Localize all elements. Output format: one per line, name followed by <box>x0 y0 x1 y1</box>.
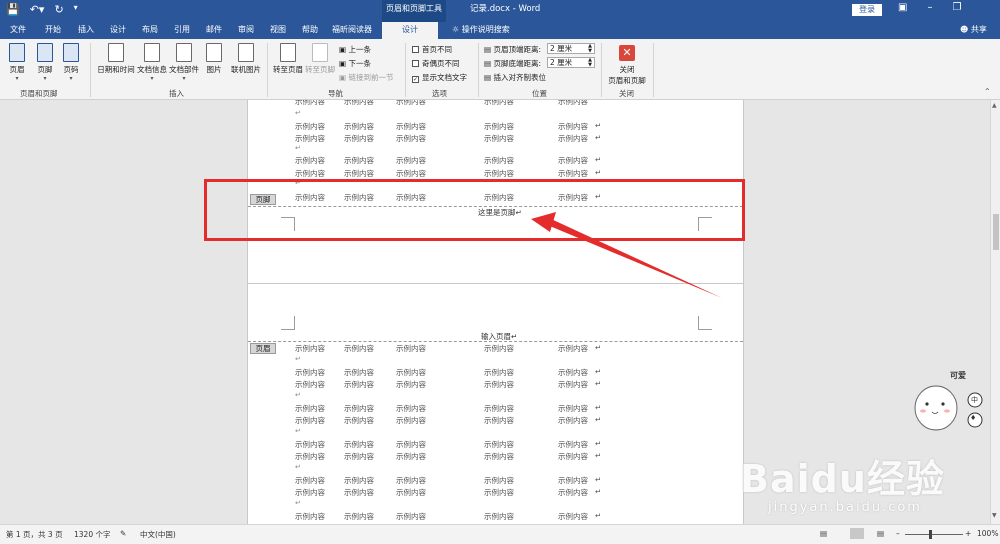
page-indicator[interactable]: 第 1 页，共 3 页 <box>6 529 63 540</box>
mascot-label: 可爱 <box>950 371 966 380</box>
scroll-up-icon[interactable]: ▲ <box>992 102 997 109</box>
word-count[interactable]: 1320 个字 <box>74 529 110 540</box>
print-layout-icon[interactable] <box>850 528 864 539</box>
proofing-icon[interactable]: ✎ <box>120 529 126 538</box>
zoom-slider-thumb[interactable] <box>929 530 932 539</box>
read-mode-icon[interactable]: ▤ <box>820 529 827 538</box>
scrollbar-thumb[interactable] <box>993 214 999 250</box>
watermark-logo: Baidu经验 <box>740 457 945 501</box>
zoom-level[interactable]: 100% <box>977 529 998 538</box>
status-bar: 第 1 页，共 3 页 1320 个字 ✎ 中文(中国) ▤ ▤ – + 100… <box>0 524 1000 544</box>
web-layout-icon[interactable]: ▤ <box>877 529 884 538</box>
watermark: Baidu经验 jingyan.baidu.com <box>740 458 990 522</box>
zoom-out-icon[interactable]: – <box>896 529 900 538</box>
shirt-icon[interactable]: ♦ <box>970 414 976 422</box>
watermark-url: jingyan.baidu.com <box>768 500 922 515</box>
zoom-slider-track[interactable] <box>905 534 963 535</box>
zoom-in-icon[interactable]: + <box>965 529 971 538</box>
scroll-down-icon[interactable]: ▼ <box>992 512 997 519</box>
language-indicator[interactable]: 中文(中国) <box>140 529 176 540</box>
vertical-scrollbar[interactable]: ▲ ▼ <box>990 100 1000 524</box>
mascot-badge-chinese[interactable]: 中 <box>971 395 978 405</box>
